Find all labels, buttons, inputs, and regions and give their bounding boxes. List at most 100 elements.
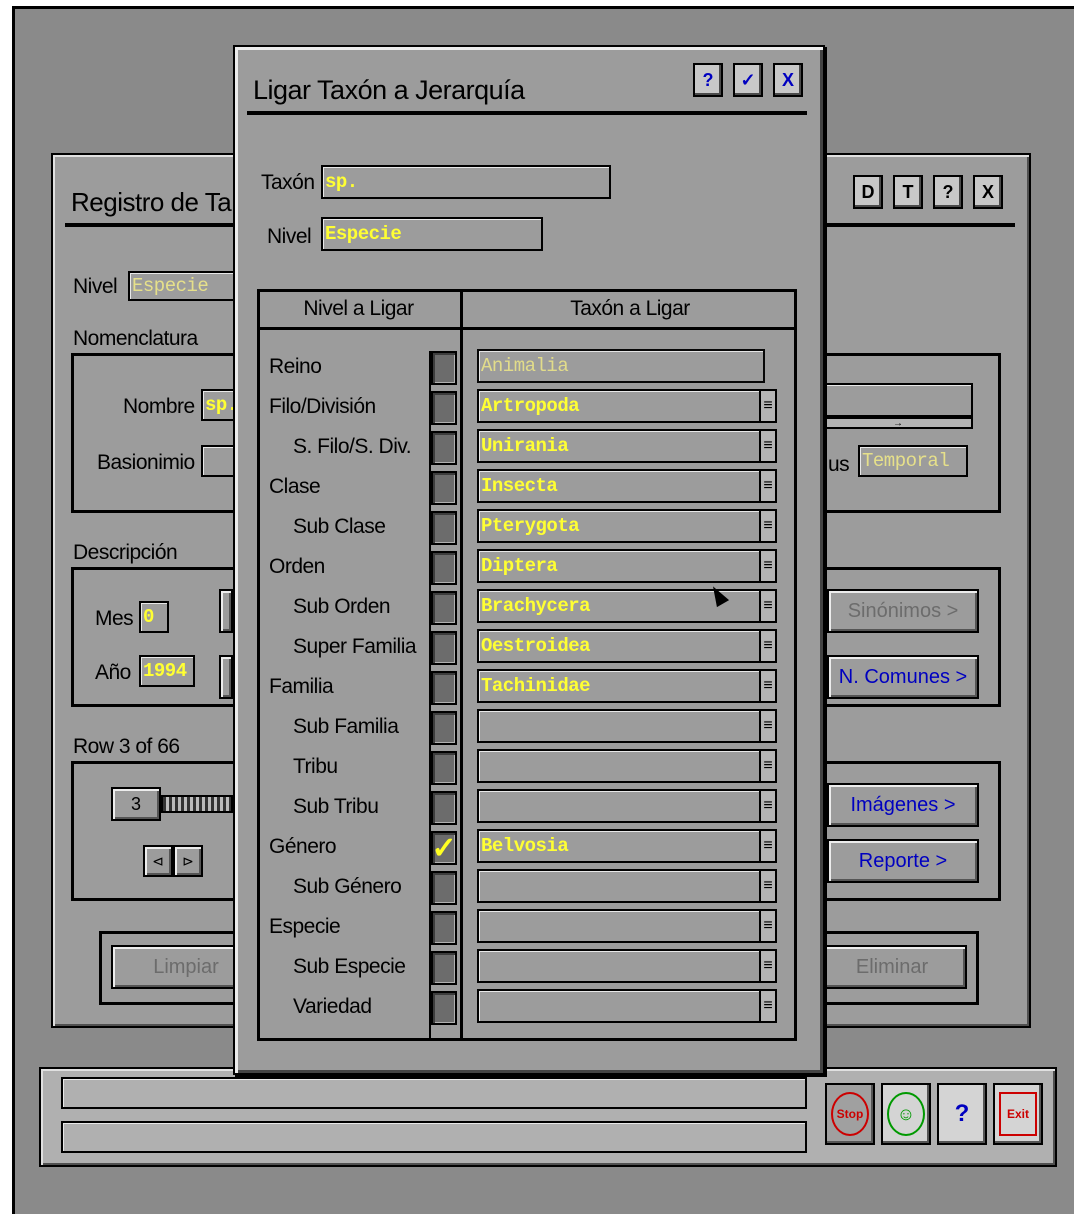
taxon-list-icon[interactable]: ≡	[759, 791, 775, 821]
dialog-taxon-field[interactable]: sp.	[321, 165, 611, 199]
level-checkbox[interactable]	[431, 511, 457, 545]
taxon-field[interactable]: Oestroidea ≡	[477, 629, 777, 663]
level-checkbox[interactable]	[431, 951, 457, 985]
taxon-field[interactable]: ≡	[477, 989, 777, 1023]
ok-button[interactable]: ☺	[881, 1083, 931, 1145]
level-checkbox[interactable]	[431, 871, 457, 905]
eliminar-button[interactable]: Eliminar	[817, 945, 967, 989]
anio-field[interactable]: 1994	[139, 655, 195, 687]
row-counter[interactable]: 3	[111, 787, 161, 821]
taxon-list-icon[interactable]: ≡	[759, 391, 775, 421]
taxon-field[interactable]: ≡	[477, 709, 777, 743]
sinonimos-button[interactable]: Sinónimos >	[827, 589, 979, 633]
row-prev-button[interactable]: ⊳	[173, 845, 203, 877]
mes-spin-button[interactable]	[219, 589, 233, 633]
taxon-list-icon[interactable]: ≡	[759, 751, 775, 781]
nombre-label: Nombre	[123, 395, 195, 418]
level-label: Género	[269, 835, 337, 858]
level-checkbox[interactable]	[431, 631, 457, 665]
level-label: Sub Orden	[293, 595, 391, 618]
taxon-field[interactable]: Tachinidae ≡	[477, 669, 777, 703]
status-label: us	[828, 453, 850, 476]
dialog-nivel-field[interactable]: Especie	[321, 217, 543, 251]
level-checkbox[interactable]	[431, 591, 457, 625]
taxon-list-icon[interactable]: ≡	[759, 431, 775, 461]
taxon-list-icon[interactable]: ≡	[759, 991, 775, 1021]
taxon-field[interactable]: ≡	[477, 949, 777, 983]
level-checkbox[interactable]	[431, 671, 457, 705]
taxon-field[interactable]: Pterygota ≡	[477, 509, 777, 543]
taxon-value: Unirania	[481, 435, 569, 457]
level-checkbox[interactable]	[431, 551, 457, 585]
help-icon: ?	[954, 1100, 970, 1127]
taxon-list-icon[interactable]: ≡	[759, 591, 775, 621]
taxon-field[interactable]: Diptera ≡	[477, 549, 777, 583]
level-checkbox[interactable]	[431, 351, 457, 385]
dialog-ok-button[interactable]: ✓	[733, 63, 763, 97]
level-label: Sub Familia	[293, 715, 399, 738]
toolbar-help-button[interactable]: ?	[933, 175, 963, 209]
toolbar-close-button[interactable]: X	[973, 175, 1003, 209]
taxon-value: Belvosia	[481, 835, 569, 857]
stop-icon: Stop	[831, 1092, 869, 1136]
reporte-button[interactable]: Reporte >	[827, 839, 979, 883]
level-label: Sub Tribu	[293, 795, 379, 818]
taxon-field[interactable]: Insecta ≡	[477, 469, 777, 503]
taxon-field[interactable]: Unirania ≡	[477, 429, 777, 463]
level-checkbox[interactable]	[431, 791, 457, 825]
level-checkbox[interactable]	[431, 991, 457, 1025]
taxon-field[interactable]: ≡	[477, 789, 777, 823]
taxon-list-icon[interactable]: ≡	[759, 951, 775, 981]
mes-field[interactable]: 0	[139, 601, 169, 633]
row-first-button[interactable]: ⊲	[143, 845, 173, 877]
comunes-button[interactable]: N. Comunes >	[827, 655, 979, 699]
stop-button[interactable]: Stop	[825, 1083, 875, 1145]
nombre-scrollbar[interactable]: →	[823, 417, 973, 429]
level-checkbox[interactable]	[431, 911, 457, 945]
taxon-list-icon[interactable]: ≡	[759, 551, 775, 581]
taxon-list-icon[interactable]: ≡	[759, 671, 775, 701]
registro-toolbar: D T ? X	[853, 175, 1003, 209]
status-line-2	[61, 1121, 807, 1153]
level-label: S. Filo/S. Div.	[293, 435, 412, 458]
dialog-help-button[interactable]: ?	[693, 63, 723, 97]
taxon-list-icon[interactable]: ≡	[759, 911, 775, 941]
level-checkbox[interactable]	[431, 431, 457, 465]
level-checkbox[interactable]	[431, 471, 457, 505]
level-label: Familia	[269, 675, 334, 698]
taxon-list-icon[interactable]: ≡	[759, 631, 775, 661]
taxon-list-icon[interactable]: ≡	[759, 831, 775, 861]
taxon-list-icon[interactable]: ≡	[759, 711, 775, 741]
taxon-field[interactable]: ≡	[477, 869, 777, 903]
taxon-field[interactable]: Belvosia ≡	[477, 829, 777, 863]
taxon-list-icon[interactable]: ≡	[759, 471, 775, 501]
taxon-value: Insecta	[481, 475, 558, 497]
taxon-list-icon[interactable]: ≡	[759, 871, 775, 901]
level-label: Clase	[269, 475, 321, 498]
exit-button[interactable]: Exit	[993, 1083, 1043, 1145]
nombre-autor-field[interactable]	[823, 383, 973, 417]
level-checkbox[interactable]	[431, 751, 457, 785]
imagenes-button[interactable]: Imágenes >	[827, 783, 979, 827]
checkmark-icon: ✓	[431, 831, 457, 865]
anio-spin-button[interactable]	[219, 655, 233, 699]
level-checkbox[interactable]	[431, 711, 457, 745]
toolbar-t-button[interactable]: T	[893, 175, 923, 209]
dialog-close-button[interactable]: X	[773, 63, 803, 97]
status-buttons: Stop ☺ ? Exit	[825, 1083, 1043, 1145]
taxon-field[interactable]: Brachycera ≡	[477, 589, 777, 623]
mes-value: 0	[143, 606, 154, 628]
row-scrollbar[interactable]	[161, 795, 233, 813]
status-field[interactable]: Temporal	[858, 445, 968, 477]
taxon-field[interactable]: ≡	[477, 749, 777, 783]
toolbar-d-button[interactable]: D	[853, 175, 883, 209]
taxon-field[interactable]: Artropoda ≡	[477, 389, 777, 423]
taxon-list-icon[interactable]: ≡	[759, 511, 775, 541]
exit-icon: Exit	[999, 1092, 1037, 1136]
help-button[interactable]: ?	[937, 1083, 987, 1145]
level-checkbox-checked[interactable]: ✓	[431, 831, 457, 865]
status-value: Temporal	[862, 450, 950, 472]
level-checkbox[interactable]	[431, 391, 457, 425]
taxon-field[interactable]: ≡	[477, 909, 777, 943]
taxon-field[interactable]: Animalia	[477, 349, 765, 383]
